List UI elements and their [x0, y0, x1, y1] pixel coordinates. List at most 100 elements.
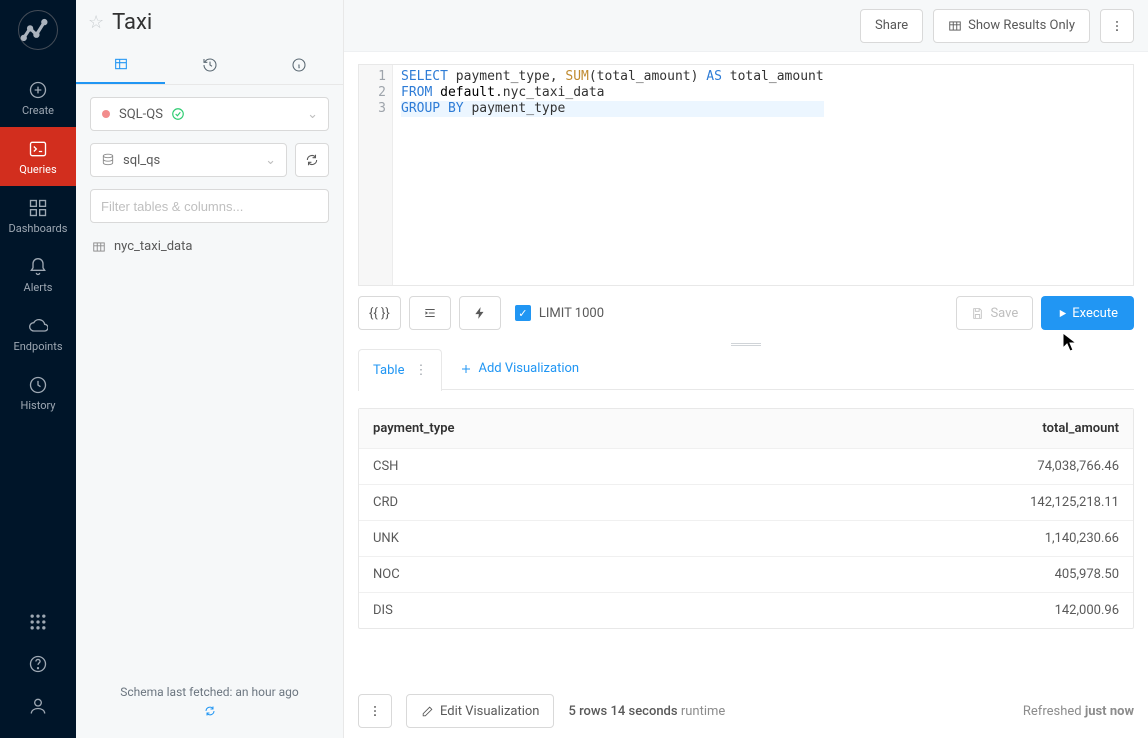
- left-nav: Create Queries Dashboards Alerts Endpoin…: [0, 0, 76, 738]
- help-icon: [28, 654, 48, 674]
- table-icon: [92, 240, 106, 254]
- database-select[interactable]: sql_qs ⌄: [90, 143, 287, 177]
- more-menu-button[interactable]: [1100, 9, 1134, 43]
- refreshed-info: Refreshed just now: [1023, 704, 1134, 719]
- share-button[interactable]: Share: [860, 9, 923, 43]
- cell-payment-type: UNK: [359, 521, 733, 557]
- edit-visualization-button[interactable]: Edit Visualization: [406, 694, 554, 728]
- nav-apps[interactable]: [28, 612, 48, 636]
- cloud-icon: [28, 316, 48, 336]
- autocomplete-button[interactable]: [459, 296, 501, 330]
- table-row: NOC405,978.50: [359, 557, 1133, 593]
- nav-label: Queries: [19, 163, 56, 176]
- results-panel: Table ⋮ Add Visualization payment_type t…: [344, 348, 1148, 680]
- dots-vertical-icon: [368, 704, 382, 718]
- tab-more-icon[interactable]: ⋮: [414, 363, 427, 378]
- check-circle-icon: [171, 107, 185, 121]
- schema-panel: ☆ Taxi SQL-QS ⌄ sq: [76, 0, 344, 738]
- schema-tab-table[interactable]: [76, 45, 165, 84]
- add-visualization-button[interactable]: Add Visualization: [448, 361, 591, 376]
- dots-vertical-icon: [1110, 19, 1124, 33]
- nav-label: Dashboards: [9, 222, 68, 235]
- nav-label: Create: [22, 104, 54, 117]
- terminal-icon: [28, 139, 48, 159]
- filter-tables-input[interactable]: [90, 189, 329, 223]
- nav-history[interactable]: History: [0, 363, 76, 422]
- table-row: CRD142,125,218.11: [359, 485, 1133, 521]
- cell-payment-type: CSH: [359, 449, 733, 485]
- table-row: DIS142,000.96: [359, 593, 1133, 629]
- datasource-select[interactable]: SQL-QS ⌄: [90, 97, 329, 131]
- edit-icon: [421, 705, 434, 718]
- app-logo[interactable]: [18, 10, 58, 50]
- nav-label: History: [21, 399, 56, 412]
- schema-footer: Schema last fetched: an hour ago: [76, 675, 343, 738]
- editor-code[interactable]: SELECT payment_type, SUM(total_amount) A…: [393, 65, 832, 285]
- page-title: Taxi: [112, 10, 152, 35]
- nav-endpoints[interactable]: Endpoints: [0, 304, 76, 363]
- cell-payment-type: DIS: [359, 593, 733, 629]
- results-footer: Edit Visualization 5 rows 14 seconds run…: [344, 680, 1148, 738]
- clock-icon: [28, 375, 48, 395]
- limit-checkbox[interactable]: ✓ LIMIT 1000: [515, 305, 604, 321]
- save-button[interactable]: Save: [956, 296, 1033, 330]
- column-header[interactable]: total_amount: [733, 409, 1133, 449]
- bell-icon: [28, 257, 48, 277]
- refresh-icon: [305, 153, 319, 167]
- nav-create[interactable]: Create: [0, 68, 76, 127]
- database-name: sql_qs: [123, 153, 160, 168]
- table-icon: [948, 19, 962, 33]
- header: Share Show Results Only: [344, 0, 1148, 52]
- cell-total-amount: 1,140,230.66: [733, 521, 1133, 557]
- parameters-button[interactable]: {{ }}: [358, 296, 401, 330]
- table-row: CSH74,038,766.46: [359, 449, 1133, 485]
- table-row: UNK1,140,230.66: [359, 521, 1133, 557]
- database-icon: [101, 153, 115, 167]
- favorite-star-icon[interactable]: ☆: [88, 12, 104, 33]
- apps-icon: [28, 612, 48, 632]
- cell-total-amount: 142,125,218.11: [733, 485, 1133, 521]
- editor-gutter: 1 2 3: [359, 65, 393, 285]
- datasource-status-icon: [101, 109, 111, 119]
- results-tab-table[interactable]: Table ⋮: [358, 349, 442, 391]
- user-icon: [28, 696, 48, 716]
- run-info: 5 rows 14 seconds runtime: [568, 704, 725, 719]
- limit-label: LIMIT 1000: [539, 306, 604, 321]
- query-toolbar: {{ }} ✓ LIMIT 1000 Save Execute: [344, 286, 1148, 340]
- save-icon: [971, 307, 984, 320]
- column-header[interactable]: payment_type: [359, 409, 733, 449]
- nav-queries[interactable]: Queries: [0, 127, 76, 186]
- main-area: Share Show Results Only 1 2 3 SELECT pay…: [344, 0, 1148, 738]
- nav-label: Alerts: [24, 281, 53, 294]
- table-item[interactable]: nyc_taxi_data: [90, 235, 329, 258]
- lightning-icon: [473, 306, 487, 320]
- cell-total-amount: 74,038,766.46: [733, 449, 1133, 485]
- info-icon: [291, 57, 307, 73]
- nav-dashboards[interactable]: Dashboards: [0, 186, 76, 245]
- resize-handle[interactable]: [344, 340, 1148, 348]
- play-icon: [1057, 308, 1068, 319]
- nav-alerts[interactable]: Alerts: [0, 245, 76, 304]
- cell-payment-type: CRD: [359, 485, 733, 521]
- schema-last-fetched: Schema last fetched: an hour ago: [76, 685, 343, 699]
- chevron-down-icon: ⌄: [307, 107, 318, 122]
- schema-refresh-link[interactable]: [76, 705, 343, 720]
- cell-payment-type: NOC: [359, 557, 733, 593]
- schema-tab-history[interactable]: [165, 45, 254, 84]
- sql-editor[interactable]: 1 2 3 SELECT payment_type, SUM(total_amo…: [358, 64, 1134, 286]
- nav-help[interactable]: [28, 654, 48, 678]
- show-results-only-button[interactable]: Show Results Only: [933, 9, 1090, 43]
- nav-user[interactable]: [28, 696, 48, 720]
- table-icon: [113, 56, 129, 72]
- plus-icon: [460, 363, 472, 375]
- table-name: nyc_taxi_data: [114, 239, 192, 254]
- schema-tab-info[interactable]: [254, 45, 343, 84]
- refresh-schema-button[interactable]: [295, 143, 329, 177]
- execute-button[interactable]: Execute: [1041, 296, 1134, 330]
- datasource-name: SQL-QS: [119, 107, 163, 122]
- nav-label: Endpoints: [13, 340, 62, 353]
- results-more-button[interactable]: [358, 694, 392, 728]
- results-table: payment_type total_amount CSH74,038,766.…: [358, 408, 1134, 629]
- format-button[interactable]: [409, 296, 451, 330]
- cell-total-amount: 405,978.50: [733, 557, 1133, 593]
